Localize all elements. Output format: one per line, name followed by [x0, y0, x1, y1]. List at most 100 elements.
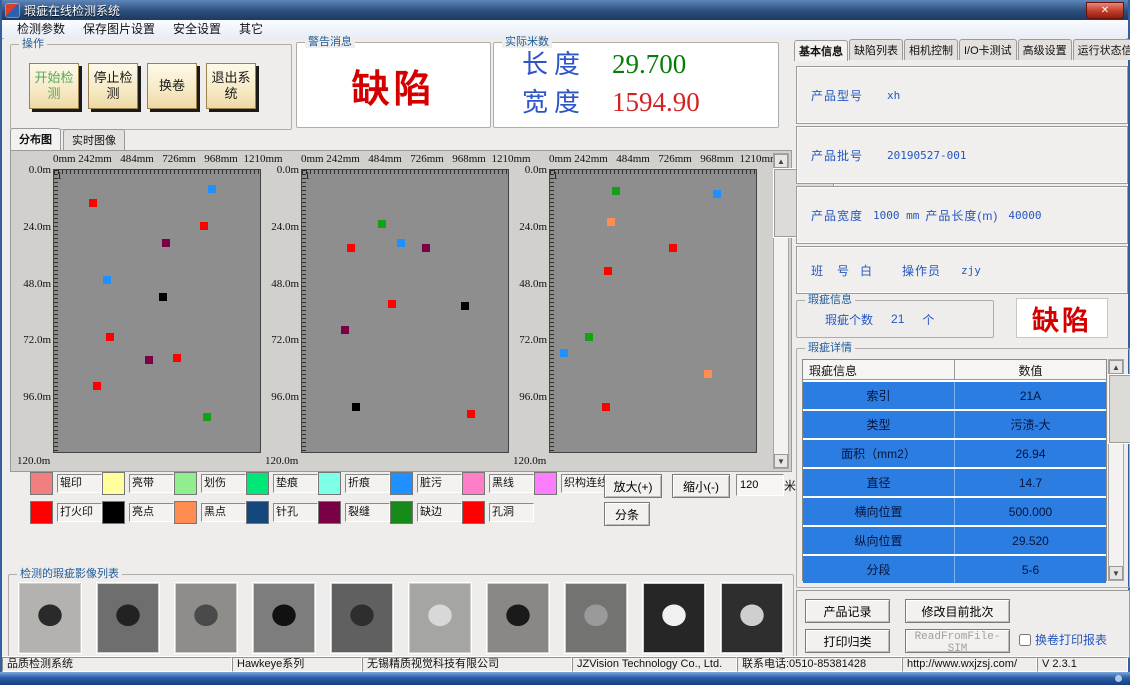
table-row[interactable]: 分段 5-6 [803, 556, 1106, 583]
zoom-out-button[interactable]: 缩小(-) [672, 474, 730, 498]
defect-thumbnail[interactable] [409, 583, 471, 653]
defect-marker[interactable] [89, 199, 97, 207]
detail-vertical-scrollbar[interactable]: ▲ ▼ [1108, 359, 1124, 581]
operation-button[interactable]: 换卷 [147, 63, 197, 109]
defect-marker[interactable] [397, 239, 405, 247]
defect-thumbnail[interactable] [565, 583, 627, 653]
defect-marker[interactable] [388, 300, 396, 308]
defect-thumbnail[interactable] [487, 583, 549, 653]
defect-marker[interactable] [347, 244, 355, 252]
plot-area-1[interactable]: 1 [53, 169, 261, 453]
defect-marker[interactable] [467, 410, 475, 418]
defect-marker[interactable] [162, 239, 170, 247]
tab[interactable]: 实时图像 [63, 129, 125, 150]
defect-marker[interactable] [560, 349, 568, 357]
x-tick-label: 968mm [204, 153, 238, 165]
read-from-file-button[interactable]: ReadFromFile-SIM [905, 629, 1010, 653]
defect-marker[interactable] [461, 302, 469, 310]
defect-marker[interactable] [607, 218, 615, 226]
close-button[interactable]: ✕ [1086, 2, 1124, 19]
table-row[interactable]: 类型 污渍-大 [803, 411, 1106, 438]
defect-marker[interactable] [604, 267, 612, 275]
menu-item[interactable]: 检测参数 [8, 20, 74, 38]
scroll-down-icon[interactable]: ▼ [1109, 566, 1123, 580]
y-axis-2: 0.0m24.0m48.0m72.0m96.0m [265, 169, 300, 453]
legend-label: 织构连线 [561, 474, 606, 493]
plot-area-2[interactable]: 1 [301, 169, 509, 453]
defect-marker[interactable] [704, 370, 712, 378]
defect-marker[interactable] [173, 354, 181, 362]
defect-marker[interactable] [612, 187, 620, 195]
table-row[interactable]: 横向位置 500.000 [803, 498, 1106, 525]
product-record-button[interactable]: 产品记录 [805, 599, 890, 623]
legend-item: 亮带 [102, 472, 174, 495]
windows-taskbar[interactable] [0, 672, 1130, 685]
legend-color-swatch [462, 472, 485, 495]
defect-marker[interactable] [713, 190, 721, 198]
defect-marker[interactable] [159, 293, 167, 301]
scrollbar-thumb[interactable] [1109, 375, 1130, 443]
defect-thumbnail[interactable] [253, 583, 315, 653]
operation-button[interactable]: 退出系统 [206, 63, 256, 109]
scroll-up-icon[interactable]: ▲ [1109, 360, 1123, 374]
defect-marker[interactable] [106, 333, 114, 341]
defect-marker[interactable] [669, 244, 677, 252]
defect-marker[interactable] [422, 244, 430, 252]
defect-thumbnail[interactable] [721, 583, 783, 653]
defect-thumbnail[interactable] [175, 583, 237, 653]
table-row[interactable]: 索引 21A [803, 382, 1106, 409]
legend-color-swatch [246, 472, 269, 495]
defect-marker[interactable] [145, 356, 153, 364]
defect-marker[interactable] [602, 403, 610, 411]
defect-thumbnail[interactable] [331, 583, 393, 653]
defect-marker[interactable] [93, 382, 101, 390]
table-cell-label: 面积（mm2） [803, 440, 954, 467]
legend-label: 针孔 [273, 503, 318, 522]
legend-color-swatch [390, 472, 413, 495]
menu-item[interactable]: 安全设置 [164, 20, 230, 38]
tab[interactable]: 高级设置 [1018, 39, 1072, 60]
print-on-roll-change-checkbox[interactable] [1019, 634, 1031, 646]
product-length-label: 产品长度(m) [925, 207, 998, 224]
operation-button[interactable]: 开始检测 [29, 63, 79, 109]
tab[interactable]: 运行状态信息 [1073, 39, 1130, 60]
y-tick-label: 72.0m [519, 335, 547, 347]
scroll-down-icon[interactable]: ▼ [774, 454, 788, 468]
tray-icon[interactable] [1115, 675, 1122, 682]
defect-marker[interactable] [378, 220, 386, 228]
tab[interactable]: I/O卡测试 [959, 39, 1017, 60]
operation-button[interactable]: 停止检测 [88, 63, 138, 109]
defect-marker[interactable] [341, 326, 349, 334]
legend-color-swatch [30, 472, 53, 495]
scroll-up-icon[interactable]: ▲ [774, 154, 788, 168]
defect-thumbnail[interactable] [643, 583, 705, 653]
operation-group: 操作 开始检测停止检测换卷退出系统 [10, 44, 292, 130]
menu-item[interactable]: 保存图片设置 [74, 20, 164, 38]
plot-area-3[interactable]: 1 [549, 169, 757, 453]
defect-marker[interactable] [203, 413, 211, 421]
table-row[interactable]: 直径 14.7 [803, 469, 1106, 496]
split-button[interactable]: 分条 [604, 502, 650, 526]
print-classify-button[interactable]: 打印归类 [805, 629, 890, 653]
tab[interactable]: 缺陷列表 [849, 39, 903, 60]
defect-thumbnail[interactable] [19, 583, 81, 653]
table-row[interactable]: 面积（mm2） 26.94 [803, 440, 1106, 467]
tab[interactable]: 相机控制 [904, 39, 958, 60]
title-bar[interactable]: 瑕疵在线检测系统 ✕ [2, 0, 1128, 20]
zoom-in-button[interactable]: 放大(+) [604, 474, 662, 498]
defect-marker[interactable] [352, 403, 360, 411]
defect-marker[interactable] [208, 185, 216, 193]
plot-vertical-scrollbar[interactable]: ▲ ▼ [773, 153, 789, 469]
defect-marker[interactable] [103, 276, 111, 284]
defect-thumbnail[interactable] [97, 583, 159, 653]
modify-batch-button[interactable]: 修改目前批次 [905, 599, 1010, 623]
legend-item: 孔洞 [462, 501, 534, 524]
meters-range-input[interactable] [736, 474, 784, 496]
menu-item[interactable]: 其它 [230, 20, 272, 38]
defect-marker[interactable] [200, 222, 208, 230]
tab[interactable]: 基本信息 [794, 40, 848, 61]
table-cell-label: 纵向位置 [803, 527, 954, 554]
defect-marker[interactable] [585, 333, 593, 341]
tab[interactable]: 分布图 [10, 128, 61, 151]
table-row[interactable]: 纵向位置 29.520 [803, 527, 1106, 554]
